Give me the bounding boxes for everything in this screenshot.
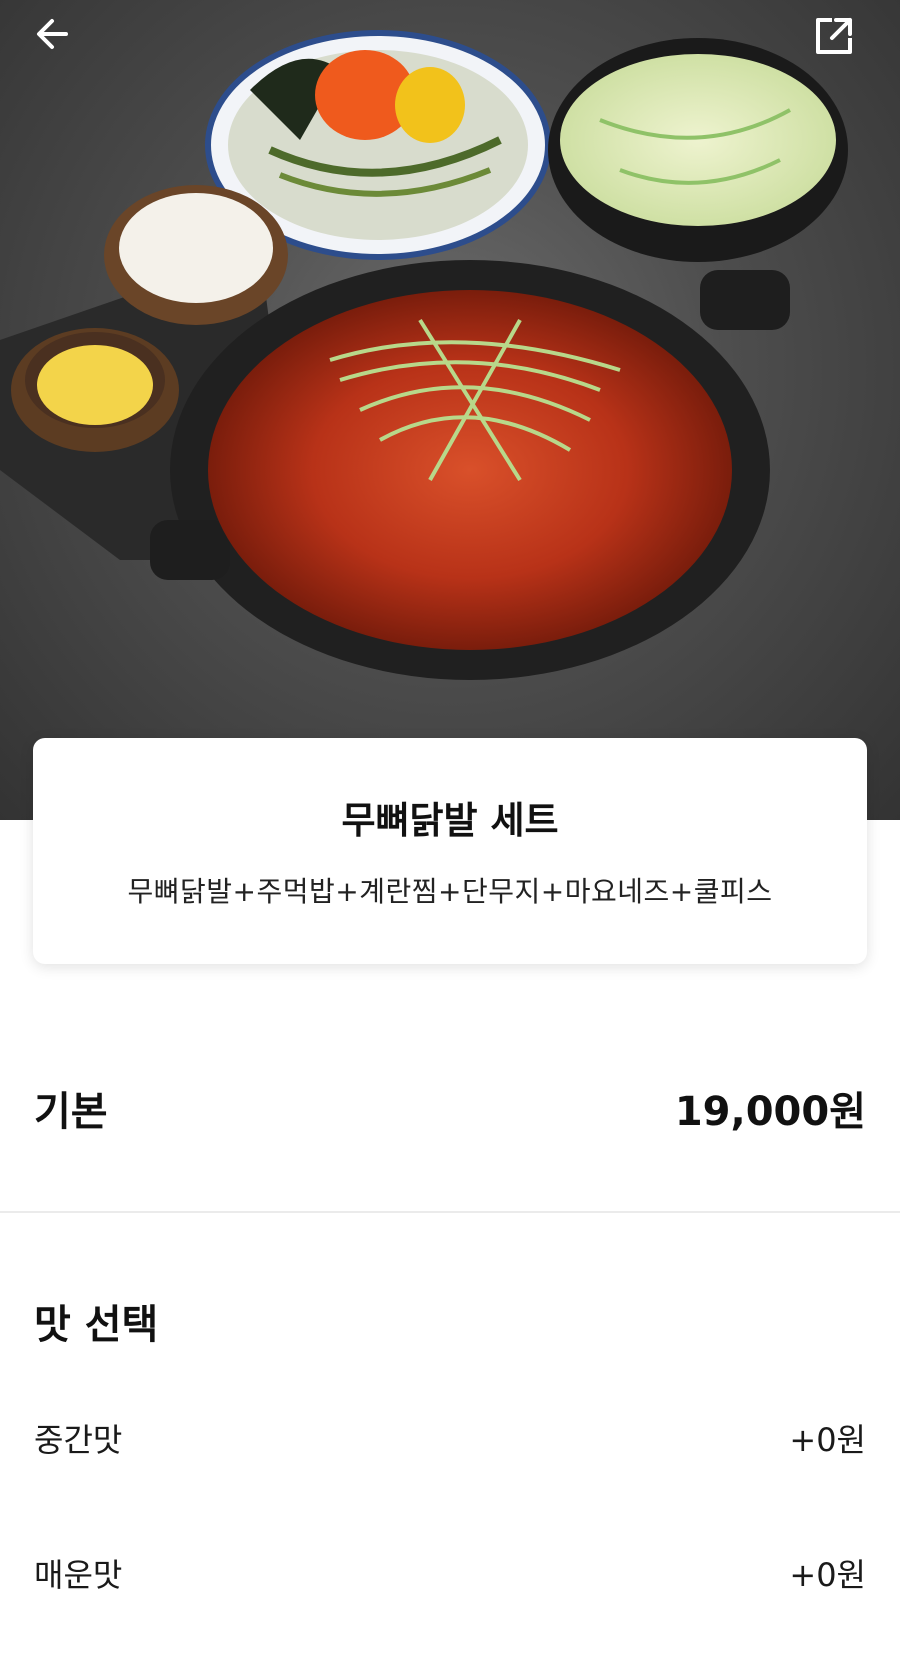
base-price-row: 기본 19,000원 (34, 1078, 866, 1138)
product-hero-image (0, 0, 900, 820)
option-price: +0원 (789, 1556, 866, 1594)
flavor-section-title: 맛 선택 (34, 1302, 159, 1348)
pickled-radish-topping (395, 67, 465, 143)
back-button[interactable] (32, 14, 92, 74)
food-photo (0, 30, 848, 680)
product-name: 무뼈닭발 세트 (341, 799, 559, 842)
share-button[interactable] (812, 14, 872, 74)
section-divider (0, 1211, 900, 1213)
option-label: 매운맛 (34, 1556, 123, 1594)
option-price: +0원 (789, 1421, 866, 1459)
product-info-card: 무뼈닭발 세트 무뼈닭발+주먹밥+계란찜+단무지+마요네즈+쿨피스 (33, 738, 867, 964)
base-price: 19,000원 (674, 1089, 866, 1135)
base-label: 기본 (34, 1089, 108, 1135)
external-link-icon (816, 18, 852, 54)
flavor-option-medium[interactable]: 중간맛 +0원 (34, 1410, 866, 1466)
product-description: 무뼈닭발+주먹밥+계란찜+단무지+마요네즈+쿨피스 (127, 875, 773, 908)
option-label: 중간맛 (34, 1421, 123, 1459)
flavor-option-spicy[interactable]: 매운맛 +0원 (34, 1545, 866, 1601)
arrow-left-icon (37, 19, 68, 49)
